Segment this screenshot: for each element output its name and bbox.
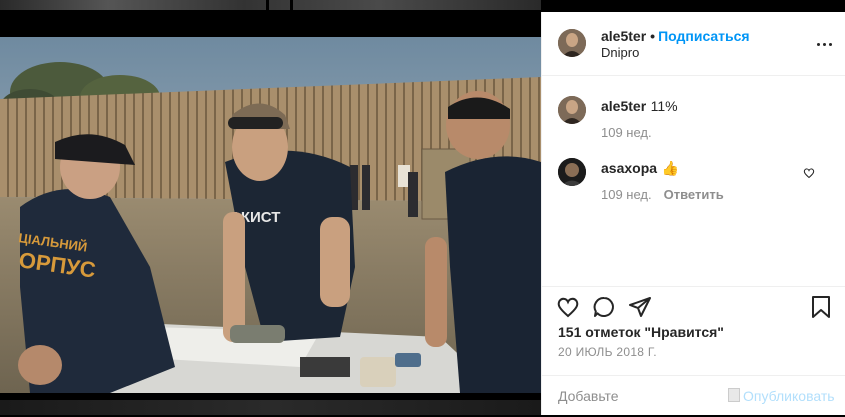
header-line: ale5ter • Подписаться: [601, 28, 750, 44]
heart-icon: [803, 168, 815, 179]
comment-username[interactable]: ale5ter: [601, 98, 646, 114]
post-date[interactable]: 20 ИЮЛЬ 2018 Г.: [558, 345, 657, 359]
publish-label: Опубликовать: [743, 388, 835, 404]
comment-meta: 109 нед.: [601, 125, 652, 140]
post-sidebar: ale5ter • Подписаться Dnipro ale5ter 11% 1…: [541, 12, 845, 415]
comments-list: ale5ter 11% 109 нед. asaxopa 👍 109 нед. …: [542, 76, 845, 286]
dot-icon: [828, 42, 832, 46]
paper-plane-icon: [629, 297, 651, 317]
follow-button[interactable]: Подписаться: [658, 28, 750, 44]
dot-icon: [816, 42, 820, 46]
dot-icon: [822, 42, 826, 46]
comment-body: ale5ter 11%: [601, 98, 678, 116]
heart-icon: [557, 297, 579, 318]
post-header: ale5ter • Подписаться Dnipro: [542, 12, 845, 76]
comment-input[interactable]: Добавьте: [558, 388, 619, 404]
likes-count[interactable]: 151 отметок "Нравится": [558, 324, 724, 340]
save-button[interactable]: [810, 295, 832, 324]
comment-text: 11%: [650, 98, 678, 114]
next-post-strip: [0, 400, 541, 415]
location-link[interactable]: Dnipro: [601, 45, 639, 60]
avatar[interactable]: [558, 158, 586, 186]
comment-username[interactable]: asaxopa: [601, 160, 657, 176]
more-options-button[interactable]: [814, 36, 834, 52]
previous-post-strip: [0, 0, 541, 10]
comment-age[interactable]: 109 нед.: [601, 187, 652, 202]
comment-meta: 109 нед. Ответить: [601, 187, 724, 202]
media-area: ЦІАЛЬНИЙ ОРПУС АКИСТ: [0, 0, 541, 415]
publish-button[interactable]: Опубликовать: [728, 388, 835, 404]
comment-text: 👍: [661, 160, 679, 176]
post-photo[interactable]: ЦІАЛЬНИЙ ОРПУС АКИСТ: [0, 37, 541, 393]
share-button[interactable]: [628, 295, 652, 324]
emoji-icon: [728, 388, 740, 402]
separator-dot: •: [650, 28, 656, 44]
comment-icon: [593, 296, 614, 317]
like-button[interactable]: [556, 295, 580, 324]
comment-age[interactable]: 109 нед.: [601, 125, 652, 140]
username-link[interactable]: ale5ter: [601, 28, 646, 44]
actions-section: 151 отметок "Нравится" 20 ИЮЛЬ 2018 Г. Д…: [542, 286, 845, 416]
avatar[interactable]: [558, 29, 586, 57]
comment-body: asaxopa 👍: [601, 160, 679, 178]
comment-button[interactable]: [592, 295, 616, 324]
comment-like-button[interactable]: [803, 166, 815, 184]
reply-button[interactable]: Ответить: [664, 187, 724, 202]
avatar[interactable]: [558, 96, 586, 124]
add-comment-bar: Добавьте Опубликовать: [542, 375, 845, 417]
bookmark-icon: [812, 296, 830, 318]
